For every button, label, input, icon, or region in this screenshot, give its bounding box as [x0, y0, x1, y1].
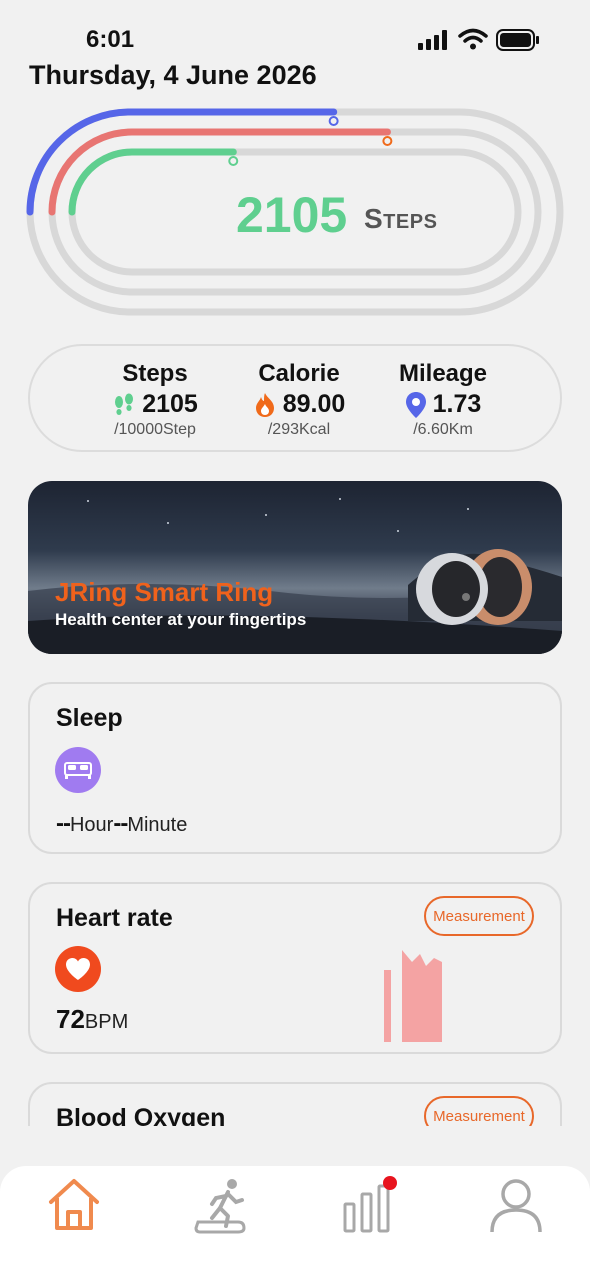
- battery-icon: [496, 29, 539, 51]
- sleep-card[interactable]: Sleep -- Hour -- Minute: [28, 682, 562, 854]
- banner-title: JRing Smart Ring: [55, 577, 274, 607]
- smart-ring-image: [416, 549, 532, 625]
- footprints-marker: [228, 156, 239, 167]
- nav-home[interactable]: [44, 1174, 104, 1234]
- calorie-metric: Calorie 89.00 /293Kcal: [229, 360, 369, 439]
- heart-rate-value: 72: [56, 1004, 85, 1034]
- heart-icon: [55, 946, 101, 992]
- sleep-duration: -- Hour -- Minute: [56, 810, 187, 838]
- location-pin-marker: [328, 115, 339, 126]
- blood-oxygen-measure-button[interactable]: Measurement: [424, 1096, 534, 1126]
- activity-summary-card[interactable]: Steps 2105 /10000Step Calorie 89.00 /293…: [28, 344, 562, 452]
- steps-metric: Steps 2105 /10000Step: [85, 360, 225, 439]
- flame-marker: [382, 136, 393, 146]
- blood-oxygen-card[interactable]: Blood Oxygen Measurement: [28, 1082, 562, 1126]
- flame-icon: [255, 392, 274, 417]
- sleep-hours: --: [56, 810, 71, 837]
- mileage-goal: /6.60Km: [413, 421, 473, 438]
- footprints-icon: [115, 393, 134, 415]
- bed-icon: [55, 747, 101, 793]
- steps-label: Steps: [122, 360, 188, 387]
- heart-rate-title: Heart rate: [56, 904, 173, 932]
- track-step-count: 2105: [236, 187, 348, 243]
- steps-goal: /10000Step: [114, 421, 196, 438]
- status-bar: 6:01: [0, 0, 590, 60]
- heart-rate-measure-button[interactable]: Measurement: [424, 896, 534, 936]
- blood-oxygen-title: Blood Oxygen: [56, 1104, 226, 1126]
- mileage-metric: Mileage 1.73 /6.60Km: [373, 360, 513, 439]
- home-icon: [49, 1179, 99, 1230]
- heart-rate-unit: BPM: [84, 1011, 129, 1033]
- nav-profile[interactable]: [486, 1174, 546, 1234]
- stats-icon: [343, 1176, 397, 1233]
- heart-rate-mini-chart: [384, 950, 442, 1042]
- mileage-label: Mileage: [398, 360, 488, 387]
- exercise-icon: [194, 1179, 246, 1234]
- sleep-minute-unit: Minute: [127, 814, 188, 836]
- heart-rate-reading: 72 BPM: [56, 1004, 128, 1035]
- heart-rate-card[interactable]: Heart rate Measurement 72 BPM: [28, 882, 562, 1054]
- steps-value: 2105: [142, 390, 198, 418]
- bottom-nav: [0, 1166, 590, 1280]
- promo-banner[interactable]: JRing Smart Ring Health center at your f…: [28, 481, 562, 654]
- location-pin-icon: [405, 391, 426, 418]
- blood-oxygen-clip: Blood Oxygen Measurement: [0, 1082, 590, 1126]
- profile-icon: [490, 1179, 542, 1233]
- banner-subtitle: Health center at your fingertips: [55, 610, 307, 629]
- sleep-title: Sleep: [56, 704, 123, 732]
- wifi-icon: [458, 28, 488, 50]
- signal-icon: [418, 30, 447, 50]
- date-title: Thursday, 4 June 2026: [29, 60, 317, 90]
- track-step-unit: Steps: [364, 203, 438, 234]
- notification-badge: [383, 1176, 397, 1190]
- sleep-hour-unit: Hour: [69, 814, 114, 836]
- mileage-value: 1.73: [432, 390, 482, 418]
- calorie-goal: /293Kcal: [267, 421, 331, 438]
- nav-exercise[interactable]: [190, 1174, 250, 1234]
- sleep-minutes: --: [113, 810, 128, 837]
- calorie-label: Calorie: [258, 360, 340, 387]
- nav-stats[interactable]: [340, 1174, 400, 1234]
- calorie-value: 89.00: [282, 390, 346, 418]
- status-time: 6:01: [86, 26, 135, 53]
